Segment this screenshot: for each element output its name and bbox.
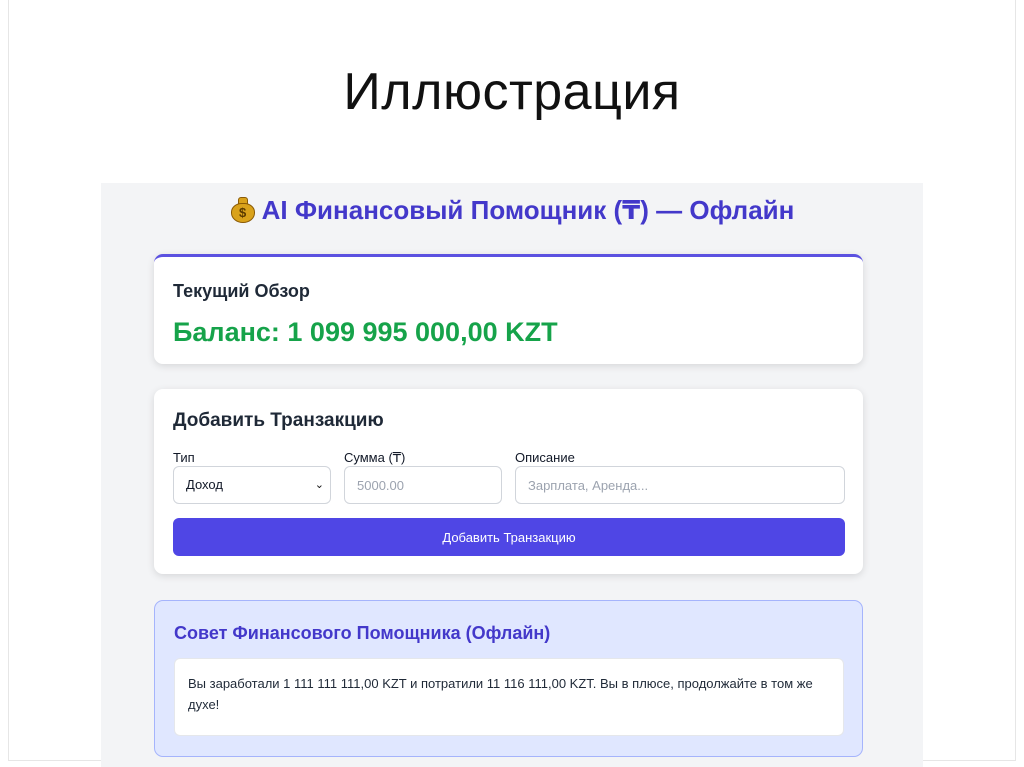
chevron-down-icon: ⌄ (314, 479, 324, 491)
type-selected-value: Доход (186, 477, 223, 492)
app-header: $ AI Финансовый Помощник (₸) — Офлайн (101, 195, 923, 226)
slide-title: Иллюстрация (343, 63, 681, 121)
balance-value: Баланс: 1 099 995 000,00 KZT (173, 317, 558, 347)
advice-text: Вы заработали 1 111 111 111,00 KZT и пот… (174, 658, 844, 736)
presentation-slide: Иллюстрация $ AI Финансовый Помощник (₸)… (0, 0, 1024, 767)
amount-input[interactable] (344, 466, 502, 504)
overview-title: Текущий Обзор (173, 281, 310, 301)
description-input[interactable] (515, 466, 845, 504)
add-transaction-card: Добавить Транзакцию Тип Доход ⌄ Сумма (₸… (154, 389, 863, 574)
type-select[interactable]: Доход ⌄ (173, 466, 331, 504)
moneybag-icon: $ (230, 195, 256, 223)
overview-card: Текущий Обзор Баланс: 1 099 995 000,00 K… (154, 254, 863, 364)
advice-title: Совет Финансового Помощника (Офлайн) (174, 623, 551, 643)
add-transaction-button[interactable]: Добавить Транзакцию (173, 518, 845, 556)
description-label: Описание (515, 450, 575, 465)
app-title: AI Финансовый Помощник (₸) — Офлайн (261, 195, 795, 225)
finance-app-screenshot: $ AI Финансовый Помощник (₸) — Офлайн Те… (101, 183, 923, 767)
add-transaction-title: Добавить Транзакцию (173, 410, 384, 431)
type-label: Тип (173, 450, 195, 465)
advice-card: Совет Финансового Помощника (Офлайн) Вы … (154, 600, 863, 757)
amount-label: Сумма (₸) (344, 450, 406, 465)
